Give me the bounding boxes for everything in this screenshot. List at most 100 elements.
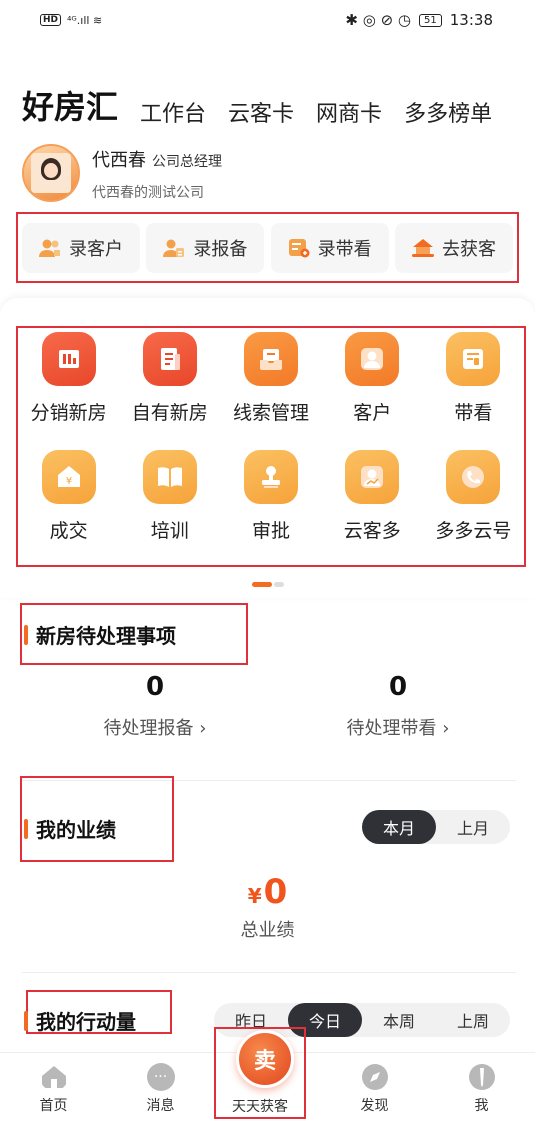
- nav-message[interactable]: ··· 消息: [107, 1053, 214, 1125]
- pending-report-label: 待处理报备 ›: [103, 718, 207, 739]
- clock: 13:38: [449, 11, 493, 29]
- add-customer-label: 录客户: [69, 238, 123, 260]
- nav-home-label: 首页: [39, 1098, 68, 1114]
- add-customer-icon: [39, 239, 60, 257]
- house-yen-icon: ¥: [41, 449, 96, 504]
- top-tabs: 好房汇 工作台 云客卡 网商卡 多多榜单: [22, 78, 535, 128]
- pending-viewing[interactable]: 0 待处理带看 ›: [298, 672, 498, 740]
- nav-me-label: 我: [474, 1098, 489, 1114]
- acquire-customer-label: 去获客: [441, 238, 496, 260]
- grid-item-customer[interactable]: 客户: [322, 330, 423, 448]
- grid-label: 线索管理: [232, 402, 309, 424]
- grid-item-lead-management[interactable]: 线索管理: [220, 330, 321, 448]
- pending-report[interactable]: 0 待处理报备 ›: [55, 672, 255, 740]
- nav-home[interactable]: 首页: [0, 1053, 107, 1125]
- person-icon: [345, 332, 400, 386]
- tab-workbench[interactable]: 工作台: [140, 96, 206, 128]
- nav-discover[interactable]: 发现: [321, 1053, 428, 1125]
- avatar[interactable]: [22, 144, 80, 202]
- pending-title-text: 新房待处理事项: [36, 624, 176, 648]
- svg-text:¥: ¥: [65, 476, 71, 487]
- status-icons: ✱ ◎ ⊘ ◷: [345, 11, 412, 29]
- phone-icon: [446, 449, 501, 504]
- grid-item-training[interactable]: 培训: [119, 448, 220, 566]
- add-viewing-button[interactable]: 录带看: [270, 222, 389, 273]
- grid-item-distribution-new-house[interactable]: 分销新房: [18, 330, 119, 448]
- inbox-icon: [243, 332, 298, 386]
- performance-value: ¥0: [247, 872, 288, 912]
- performance-summary: ¥0 总业绩: [0, 872, 535, 942]
- grid-label: 成交: [49, 519, 88, 542]
- grid-label: 云客多: [343, 519, 401, 542]
- grid-item-own-new-house[interactable]: 自有新房: [119, 330, 220, 448]
- user-card[interactable]: 代西春 公司总经理 代西春的测试公司: [22, 144, 222, 204]
- card-icon: [446, 332, 501, 386]
- actions-title: 我的行动量: [24, 1006, 136, 1035]
- tab-haofanghui[interactable]: 好房汇: [22, 82, 118, 128]
- user-role: 公司总经理: [152, 154, 222, 170]
- grid-label: 自有新房: [131, 402, 208, 424]
- add-report-label: 录报备: [193, 238, 248, 260]
- pending-report-count: 0: [145, 672, 165, 702]
- tab-duoduo-ranking[interactable]: 多多榜单: [404, 96, 492, 128]
- user-info: 代西春 公司总经理 代西春的测试公司: [92, 144, 222, 204]
- period-this-month[interactable]: 本月: [362, 810, 436, 844]
- nav-discover-label: 发现: [360, 1098, 389, 1114]
- home-icon: [41, 1066, 66, 1088]
- user-company: 代西春的测试公司: [92, 185, 204, 201]
- divider: [22, 972, 516, 973]
- compass-icon: [361, 1064, 388, 1090]
- period-last-month[interactable]: 上月: [436, 810, 510, 844]
- grid-item-viewing[interactable]: 带看: [423, 330, 524, 448]
- signal-icon: ⁴ᴳ.ıll ≋: [67, 13, 103, 27]
- function-grid: 分销新房 自有新房 线索管理 客户 带看 ¥ 成交 培训 审批 云客多 多多云号: [16, 326, 526, 567]
- tab-wangshang-card[interactable]: 网商卡: [316, 96, 382, 128]
- grid-item-approval[interactable]: 审批: [220, 448, 321, 566]
- me-icon: [468, 1064, 495, 1090]
- grid-label: 多多云号: [435, 519, 512, 542]
- book-icon: [142, 449, 197, 504]
- acquire-customer-button[interactable]: 去获客: [394, 222, 513, 273]
- user-name: 代西春: [92, 150, 146, 171]
- performance-label: 总业绩: [240, 920, 295, 941]
- grid-item-duoduo-yunhao[interactable]: 多多云号: [423, 448, 524, 566]
- message-icon: ···: [146, 1063, 175, 1091]
- sell-icon[interactable]: 卖: [236, 1030, 294, 1088]
- performance-period-toggle: 本月 上月: [362, 810, 510, 844]
- grid-item-yunkeduo[interactable]: 云客多: [322, 448, 423, 566]
- period-this-week[interactable]: 本周: [362, 1003, 436, 1037]
- add-report-icon: [163, 239, 185, 257]
- grid-label: 培训: [150, 519, 189, 542]
- status-bar: HD ⁴ᴳ.ıll ≋ ✱ ◎ ⊘ ◷ 51 13:38: [0, 0, 535, 40]
- add-viewing-label: 录带看: [317, 238, 372, 260]
- pending-viewing-count: 0: [388, 672, 408, 702]
- page-indicator: [252, 582, 284, 587]
- document-icon: [142, 332, 197, 386]
- avatar-image: [31, 153, 71, 193]
- period-last-week[interactable]: 上周: [436, 1003, 510, 1037]
- add-report-button[interactable]: 录报备: [146, 222, 265, 273]
- grid-item-deal[interactable]: ¥ 成交: [18, 448, 119, 566]
- person-chart-icon: [345, 449, 400, 504]
- pending-items: 0 待处理报备 › 0 待处理带看 ›: [0, 672, 535, 752]
- nav-acquire-label[interactable]: 天天获客: [214, 1096, 306, 1116]
- nav-message-label: 消息: [146, 1098, 175, 1114]
- tab-yunke-card[interactable]: 云客卡: [228, 96, 294, 128]
- performance-title: 我的业绩: [24, 814, 116, 843]
- hd-indicator: HD: [40, 14, 62, 26]
- grid-label: 分销新房: [30, 402, 107, 424]
- actions-title-text: 我的行动量: [36, 1010, 136, 1034]
- status-right: ✱ ◎ ⊘ ◷ 51 13:38: [345, 11, 493, 29]
- status-left: HD ⁴ᴳ.ıll ≋: [40, 14, 102, 27]
- battery-icon: 51: [419, 13, 442, 27]
- pending-title: 新房待处理事项: [24, 620, 176, 649]
- grid-label: 带看: [454, 402, 493, 424]
- acquire-icon: [411, 238, 434, 257]
- add-viewing-icon: [288, 238, 310, 257]
- stamp-icon: [243, 449, 298, 504]
- pending-viewing-label: 待处理带看 ›: [346, 718, 450, 739]
- add-customer-button[interactable]: 录客户: [22, 222, 140, 273]
- quick-actions: 录客户 录报备 录带看 去获客: [16, 212, 519, 283]
- grid-label: 客户: [353, 402, 392, 424]
- nav-me[interactable]: 我: [428, 1053, 535, 1125]
